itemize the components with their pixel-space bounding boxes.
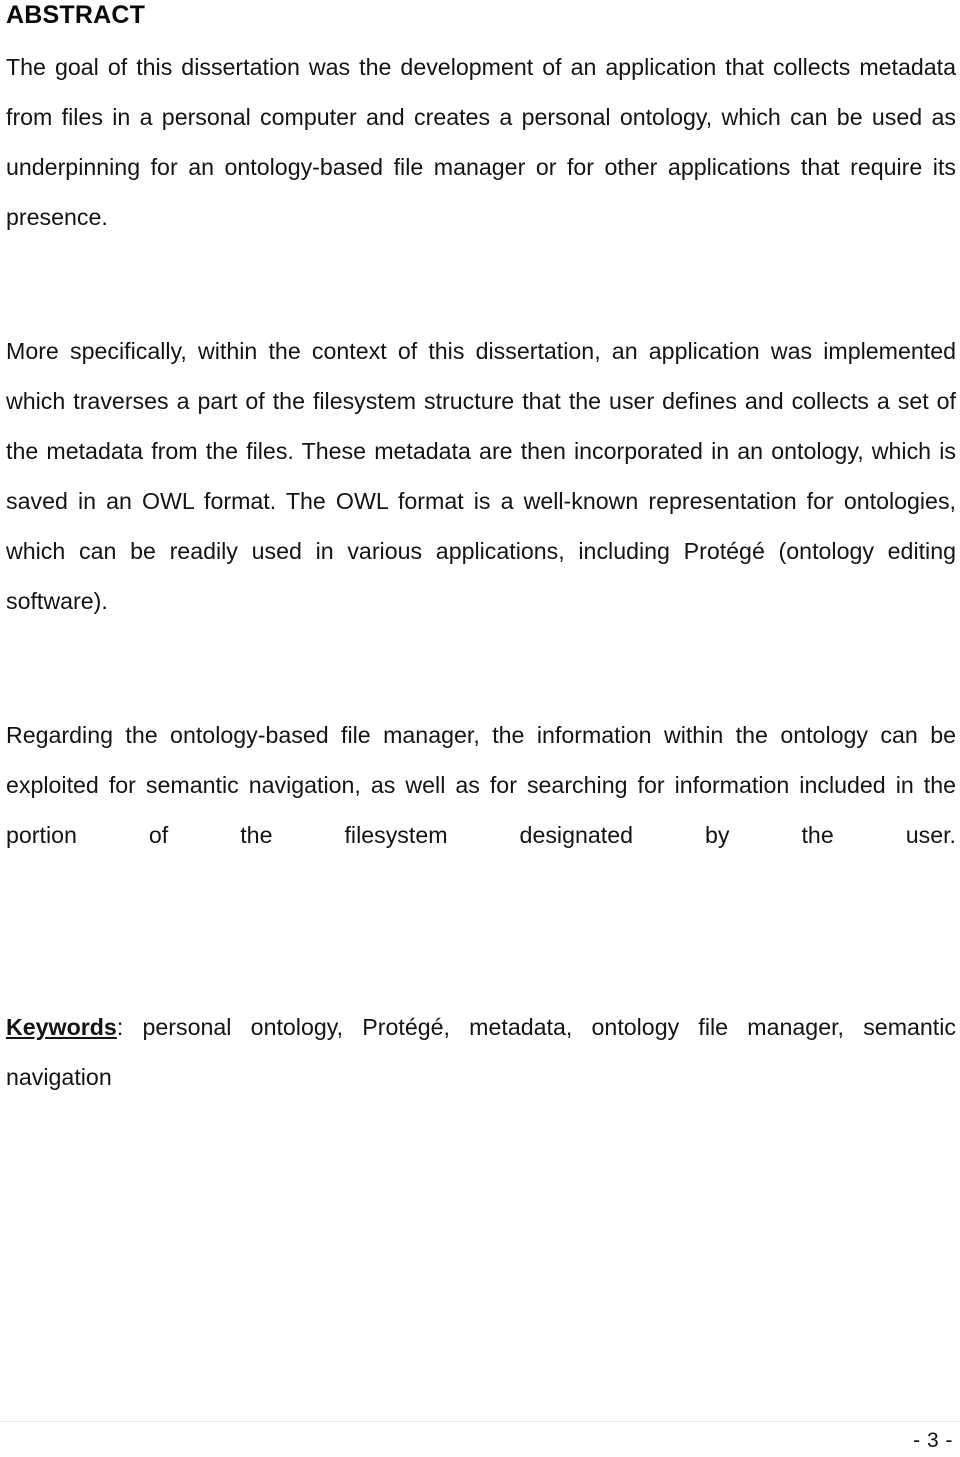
keywords-spacer	[6, 910, 956, 1002]
page-content: ABSTRACT The goal of this dissertation w…	[6, 0, 956, 1152]
document-page: ABSTRACT The goal of this dissertation w…	[0, 0, 960, 1457]
abstract-paragraph-3: Regarding the ontology-based file manage…	[6, 722, 956, 848]
keywords-terms: personal ontology, Protégé, metadata, on…	[6, 1014, 956, 1090]
keywords-line: Keywords: personal ontology, Protégé, me…	[6, 1002, 956, 1152]
keywords-label: Keywords	[6, 1014, 117, 1040]
page-title: ABSTRACT	[6, 1, 146, 29]
page-number: - 3 -	[913, 1429, 953, 1452]
keywords-separator: :	[116, 1014, 143, 1040]
page-footer: - 3 -	[0, 1397, 960, 1457]
abstract-paragraph-2: More specifically, within the context of…	[6, 338, 956, 614]
footer-divider	[0, 1421, 960, 1422]
abstract-paragraph-1: The goal of this dissertation was the de…	[6, 54, 956, 230]
